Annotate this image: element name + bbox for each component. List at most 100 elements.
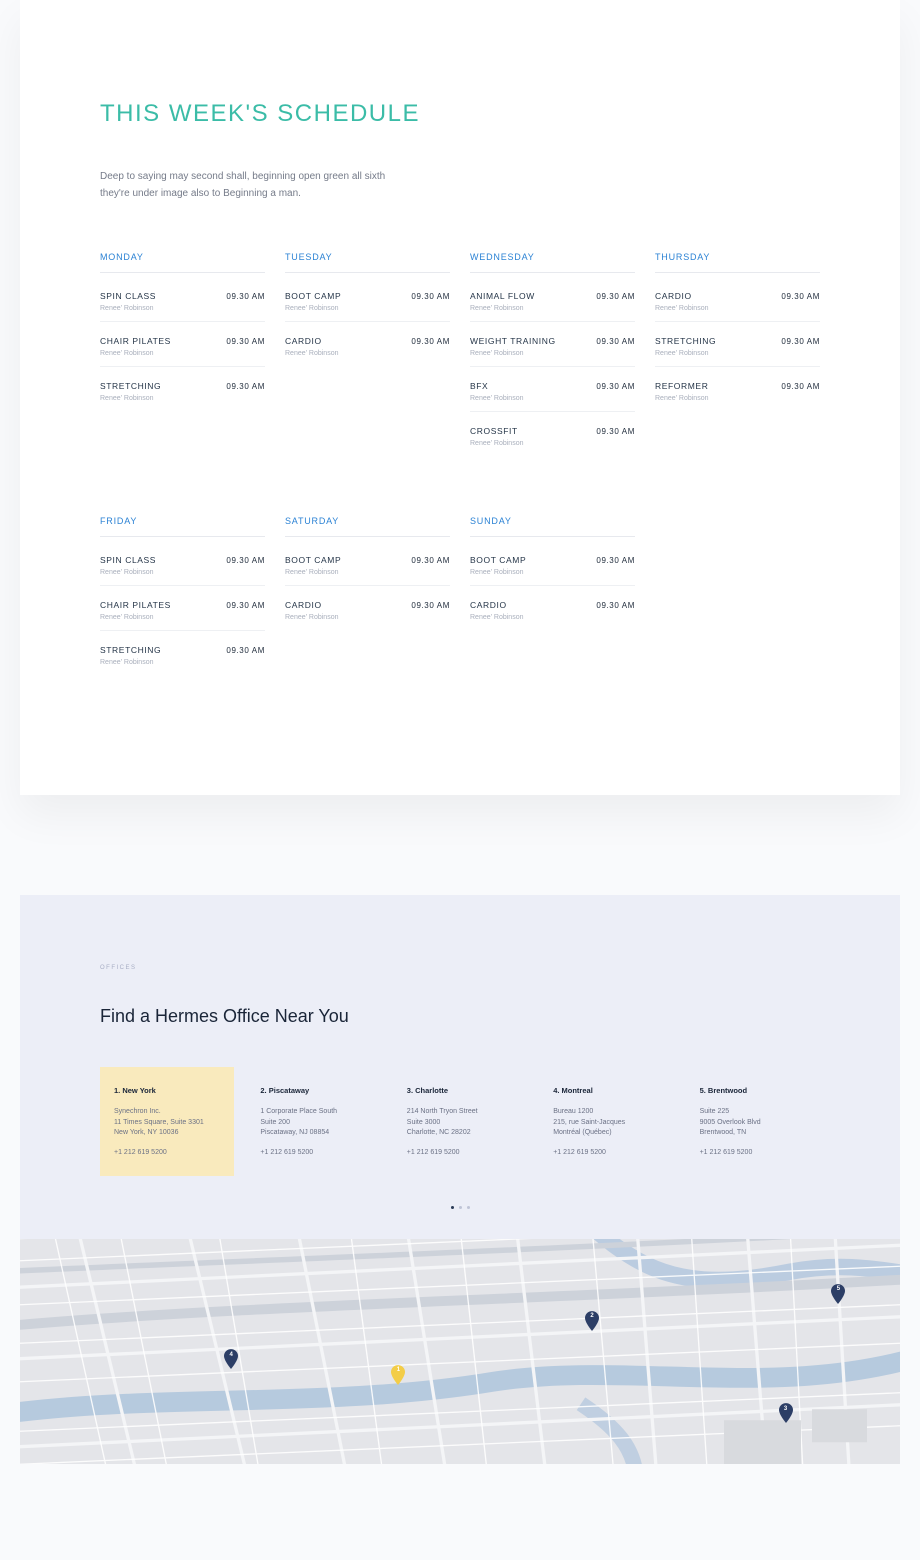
office-phone: +1 212 619 5200 xyxy=(700,1147,806,1158)
class-name: CARDIO xyxy=(285,600,322,610)
class-time: 09.30 AM xyxy=(596,292,635,301)
class-trainer: Renee' Robinson xyxy=(470,614,635,621)
empty-day-slot xyxy=(655,516,820,675)
class-trainer: Renee' Robinson xyxy=(470,440,635,447)
map-pin-number: 4 xyxy=(230,1352,233,1358)
class-trainer: Renee' Robinson xyxy=(100,395,265,402)
office-card[interactable]: 3. Charlotte214 North Tryon StreetSuite … xyxy=(393,1067,527,1176)
class-time: 09.30 AM xyxy=(596,556,635,565)
office-address: 1 Corporate Place SouthSuite 200Piscataw… xyxy=(260,1107,366,1139)
office-name: 1. New York xyxy=(114,1085,220,1097)
class-time: 09.30 AM xyxy=(226,382,265,391)
day-name: SATURDAY xyxy=(285,516,450,537)
class-time: 09.30 AM xyxy=(226,337,265,346)
class-name: BFX xyxy=(470,381,488,391)
class-item[interactable]: STRETCHING 09.30 AM Renee' Robinson xyxy=(100,367,265,411)
class-time: 09.30 AM xyxy=(781,292,820,301)
office-phone: +1 212 619 5200 xyxy=(407,1147,513,1158)
office-phone: +1 212 619 5200 xyxy=(260,1147,366,1158)
office-card[interactable]: 1. New YorkSynechron Inc.11 Times Square… xyxy=(100,1067,234,1176)
class-name: STRETCHING xyxy=(100,381,161,391)
class-time: 09.30 AM xyxy=(226,646,265,655)
map-pin[interactable]: 5 xyxy=(831,1284,845,1304)
day-name: MONDAY xyxy=(100,252,265,273)
class-name: CARDIO xyxy=(470,600,507,610)
class-item[interactable]: SPIN CLASS 09.30 AM Renee' Robinson xyxy=(100,541,265,586)
pager xyxy=(100,1206,820,1209)
class-trainer: Renee' Robinson xyxy=(470,395,635,402)
class-name: CHAIR PILATES xyxy=(100,336,171,346)
map-pin[interactable]: 3 xyxy=(779,1403,793,1423)
map-pin[interactable]: 1 xyxy=(391,1365,405,1385)
class-trainer: Renee' Robinson xyxy=(100,350,265,357)
pager-dot[interactable] xyxy=(459,1206,462,1209)
class-trainer: Renee' Robinson xyxy=(100,659,265,666)
class-time: 09.30 AM xyxy=(596,337,635,346)
class-trainer: Renee' Robinson xyxy=(100,614,265,621)
class-item[interactable]: WEIGHT TRAINING 09.30 AM Renee' Robinson xyxy=(470,322,635,367)
class-name: SPIN CLASS xyxy=(100,555,156,565)
day-name: SUNDAY xyxy=(470,516,635,537)
office-phone: +1 212 619 5200 xyxy=(114,1147,220,1158)
class-name: STRETCHING xyxy=(655,336,716,346)
class-item[interactable]: CHAIR PILATES09.30 AMRenee' Robinson xyxy=(100,586,265,631)
class-trainer: Renee' Robinson xyxy=(100,569,265,576)
class-item[interactable]: BOOT CAMP09.30 AMRenee' Robinson xyxy=(285,277,450,322)
week-grid: MONDAY SPIN CLASS 09.30 AM Renee' Robinson C… xyxy=(100,252,820,675)
class-name: STRETCHING xyxy=(100,645,161,655)
offices-title: Find a Hermes Office Near You xyxy=(100,1006,820,1027)
class-item[interactable]: SPIN CLASS09.30 AMRenee' Robinson xyxy=(100,277,265,322)
office-name: 5. Brentwood xyxy=(700,1085,806,1097)
class-item[interactable]: CARDIO09.30 AMRenee' Robinson xyxy=(470,586,635,630)
class-trainer: Renee' Robinson xyxy=(470,350,635,357)
office-address: Suite 2259005 Overlook BlvdBrentwood, TN xyxy=(700,1107,806,1139)
office-card[interactable]: 2. Piscataway 1 Corporate Place SouthSuit… xyxy=(246,1067,380,1176)
class-time: 09.30 AM xyxy=(781,382,820,391)
class-item[interactable]: BOOT CAMP09.30 AMRenee' Robinson xyxy=(285,541,450,586)
class-time: 09.30 AM xyxy=(411,601,450,610)
class-time: 09.30 AM xyxy=(411,337,450,346)
class-item[interactable]: CROSSFIT09.30 AMRenee' Robinson xyxy=(470,412,635,456)
day-column: MONDAYSPIN CLASS09.30 AMRenee' RobinsonC… xyxy=(100,252,265,456)
class-item[interactable]: CHAIR PILATES 09.30 AM Renee' Robinson xyxy=(100,322,265,367)
day-column: WEDNESDAYANIMAL FLOW09.30 AMRenee' Robin… xyxy=(470,252,635,456)
office-card[interactable]: 4. MontrealBureau 1200215, rue Saint-Jac… xyxy=(539,1067,673,1176)
office-name: 2. Piscataway xyxy=(260,1085,366,1097)
office-card[interactable]: 5. Brentwood Suite 2259005 Overlook BlvdB… xyxy=(686,1067,820,1176)
class-trainer: Renee' Robinson xyxy=(285,350,450,357)
day-name: WEDNESDAY xyxy=(470,252,635,273)
class-name: WEIGHT TRAINING xyxy=(470,336,556,346)
class-name: CARDIO xyxy=(655,291,692,301)
class-item[interactable]: STRETCHING09.30 AMRenee' Robinson xyxy=(655,322,820,367)
class-trainer: Renee' Robinson xyxy=(655,395,820,402)
day-column: FRIDAYSPIN CLASS09.30 AMRenee' RobinsonC… xyxy=(100,516,265,675)
class-item[interactable]: CARDIO09.30 AMRenee' Robinson xyxy=(655,277,820,322)
pager-dot[interactable] xyxy=(467,1206,470,1209)
map-pin[interactable]: 2 xyxy=(585,1311,599,1331)
class-item[interactable]: STRETCHING 09.30 AM Renee' Robinson xyxy=(100,631,265,675)
map-pin[interactable]: 4 xyxy=(224,1349,238,1369)
class-item[interactable]: BOOT CAMP09.30 AMRenee' Robinson xyxy=(470,541,635,586)
map-background xyxy=(20,1239,900,1464)
day-column: TUESDAYBOOT CAMP09.30 AMRenee' RobinsonC… xyxy=(285,252,450,456)
offices-card: OFFICES Find a Hermes Office Near You 1.… xyxy=(20,895,900,1464)
class-time: 09.30 AM xyxy=(596,427,635,436)
class-item[interactable]: BFX09.30 AMRenee' Robinson xyxy=(470,367,635,412)
class-trainer: Renee' Robinson xyxy=(285,614,450,621)
map[interactable]: 1 2 3 4 5 xyxy=(20,1239,900,1464)
offices-list: 1. New YorkSynechron Inc.11 Times Square… xyxy=(100,1067,820,1176)
map-pin-number: 5 xyxy=(837,1286,840,1292)
map-pin-number: 2 xyxy=(590,1313,593,1319)
offices-eyebrow: OFFICES xyxy=(100,965,820,971)
class-trainer: Renee' Robinson xyxy=(470,305,635,312)
class-item[interactable]: CARDIO 09.30 AM Renee' Robinson xyxy=(285,586,450,630)
class-trainer: Renee' Robinson xyxy=(100,305,265,312)
class-item[interactable]: ANIMAL FLOW09.30 AMRenee' Robinson xyxy=(470,277,635,322)
class-time: 09.30 AM xyxy=(411,292,450,301)
class-time: 09.30 AM xyxy=(226,556,265,565)
class-item[interactable]: REFORMER09.30 AMRenee' Robinson xyxy=(655,367,820,411)
office-address: Bureau 1200215, rue Saint-JacquesMontréa… xyxy=(553,1107,659,1139)
pager-dot[interactable] xyxy=(451,1206,454,1209)
class-item[interactable]: CARDIO09.30 AMRenee' Robinson xyxy=(285,322,450,366)
office-name: 3. Charlotte xyxy=(407,1085,513,1097)
